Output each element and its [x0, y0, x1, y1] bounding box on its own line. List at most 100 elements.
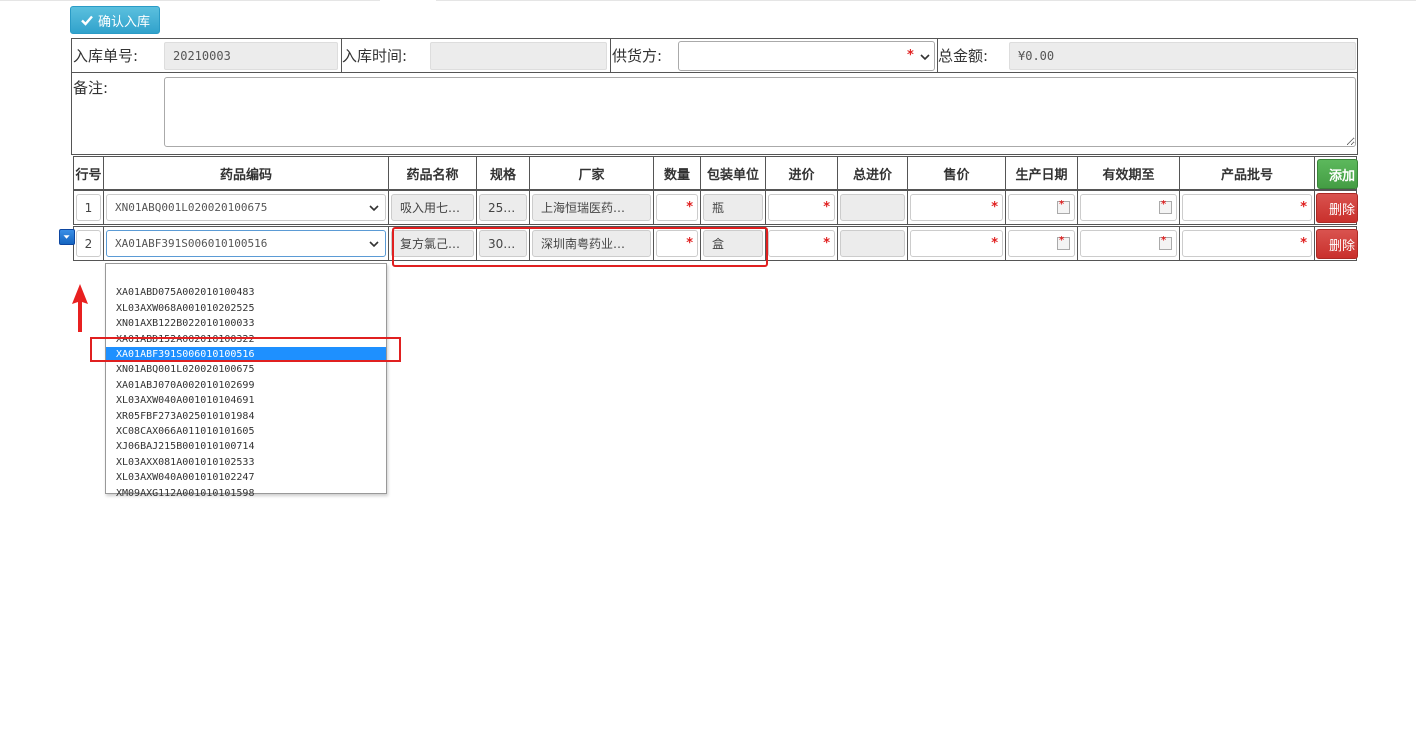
calendar-icon[interactable]: *: [1057, 199, 1070, 214]
name-field: 吸入用七…: [391, 194, 474, 221]
qty-input[interactable]: *: [656, 194, 698, 221]
confirm-stock-in-label: 确认入库: [97, 14, 150, 30]
required-mark: *: [686, 200, 693, 215]
code-value: XA01ABF391S006010100516: [115, 237, 268, 250]
col-header-row-no: 行号: [73, 156, 104, 190]
table-cell-expiry: *: [1077, 226, 1180, 261]
batch-input[interactable]: *: [1182, 194, 1312, 221]
col-header-code: 药品编码: [103, 156, 389, 190]
produce-date-input[interactable]: *: [1008, 230, 1075, 257]
total-buy-field: [840, 194, 905, 221]
table-cell-buy-price: *: [765, 226, 838, 261]
produce-date-input[interactable]: *: [1008, 194, 1075, 221]
stock-in-time-field: [430, 42, 607, 70]
table-cell-sell-price: *: [907, 190, 1006, 225]
table-cell-name: 吸入用七…: [388, 190, 477, 225]
form-col-divider: [610, 39, 611, 72]
table-cell-expiry: *: [1077, 190, 1180, 225]
dropdown-option[interactable]: XC08CAX066A011010101605: [106, 424, 386, 439]
add-row-button[interactable]: 添加: [1317, 159, 1358, 189]
required-mark: *: [823, 236, 830, 251]
sell-price-input[interactable]: *: [910, 194, 1003, 221]
table-cell-unit: 瓶: [700, 190, 766, 225]
expiry-date-input[interactable]: *: [1080, 230, 1177, 257]
table-cell-spec: 25…: [476, 190, 530, 225]
col-header-batch: 产品批号: [1179, 156, 1315, 190]
col-header-actions: 添加: [1314, 156, 1358, 190]
maker-field: 上海恒瑞医药…: [532, 194, 651, 221]
stock-in-time-label: 入库时间:: [342, 47, 408, 65]
table-cell-qty: *: [653, 190, 701, 225]
required-mark: *: [823, 200, 830, 215]
total-amount-label: 总金额:: [938, 47, 989, 65]
col-header-sell-price: 售价: [907, 156, 1006, 190]
highlight-box-autofill: [392, 227, 768, 267]
top-divider-gap: [380, 0, 436, 2]
required-mark: *: [1161, 199, 1167, 210]
table-cell-batch: *: [1179, 190, 1315, 225]
dropdown-option[interactable]: XN01AXB122B022010100033: [106, 316, 386, 331]
dropdown-option[interactable]: XA01ABJ070A002010102699: [106, 378, 386, 393]
supplier-label: 供货方:: [612, 47, 663, 65]
batch-input[interactable]: *: [1182, 230, 1312, 257]
sell-price-input[interactable]: *: [910, 230, 1003, 257]
col-header-produce-date: 生产日期: [1005, 156, 1078, 190]
col-header-total-buy: 总进价: [837, 156, 908, 190]
required-mark: *: [1300, 200, 1307, 215]
table-cell-batch: *: [1179, 226, 1315, 261]
delete-row-button[interactable]: 删除: [1316, 229, 1358, 259]
dropdown-option[interactable]: [106, 270, 386, 285]
table-cell-total-buy: [837, 226, 908, 261]
unit-field: 瓶: [703, 194, 763, 221]
required-mark: *: [1300, 236, 1307, 251]
table-cell-actions: 删除: [1314, 190, 1358, 225]
dropdown-option[interactable]: XJ06BAJ215B001010100714: [106, 439, 386, 454]
table-cell-code: XA01ABF391S006010100516: [103, 226, 389, 261]
code-select[interactable]: XA01ABF391S006010100516: [106, 230, 386, 257]
chevron-down-icon: [920, 54, 930, 61]
calendar-icon[interactable]: *: [1159, 199, 1172, 214]
buy-price-input[interactable]: *: [768, 230, 835, 257]
col-header-maker: 厂家: [529, 156, 654, 190]
calendar-icon[interactable]: *: [1057, 235, 1070, 250]
table-cell-maker: 上海恒瑞医药…: [529, 190, 654, 225]
required-mark: *: [907, 48, 914, 63]
buy-price-input[interactable]: *: [768, 194, 835, 221]
dropdown-option[interactable]: XL03AXX081A001010102533: [106, 455, 386, 470]
chevron-down-icon: [369, 241, 379, 248]
code-dropdown-list[interactable]: XA01ABD075A002010100483 XL03AXW068A001010…: [105, 263, 387, 499]
arrow-up-icon: [72, 284, 88, 332]
dropdown-option[interactable]: XR05FBF273A025010101984: [106, 409, 386, 424]
table-cell-code: XN01ABQ001L020020100675: [103, 190, 389, 225]
required-mark: *: [991, 236, 998, 251]
col-header-buy-price: 进价: [765, 156, 838, 190]
row-no-value: 1: [76, 194, 101, 221]
col-header-name: 药品名称: [388, 156, 477, 190]
confirm-stock-in-button[interactable]: 确认入库: [70, 6, 160, 34]
supplier-select[interactable]: *: [678, 41, 935, 71]
dropdown-option[interactable]: XN01ABQ001L020020100675: [106, 362, 386, 377]
dropdown-option[interactable]: XM09AXG112A001010101598: [106, 486, 386, 501]
table-cell-total-buy: [837, 190, 908, 225]
row-expand-toggle[interactable]: [59, 229, 75, 245]
dropdown-option[interactable]: XL03AXW040A001010104691: [106, 393, 386, 408]
chevron-down-icon: [369, 205, 379, 212]
dropdown-option[interactable]: XA01ABD075A002010100483: [106, 285, 386, 300]
dropdown-option[interactable]: XL03AXW040A001010102247: [106, 470, 386, 485]
required-mark: *: [1161, 235, 1167, 246]
remark-textarea[interactable]: [164, 77, 1356, 147]
total-buy-field: [840, 230, 905, 257]
code-select[interactable]: XN01ABQ001L020020100675: [106, 194, 386, 221]
required-mark: *: [1059, 235, 1065, 246]
code-value: XN01ABQ001L020020100675: [115, 201, 268, 214]
order-no-field: 20210003: [164, 42, 338, 70]
delete-row-button[interactable]: 删除: [1316, 193, 1358, 223]
form-row-divider: [72, 72, 1357, 73]
table-cell-produce-date: *: [1005, 190, 1078, 225]
dropdown-option[interactable]: XL03AXW068A001010202525: [106, 301, 386, 316]
required-mark: *: [1059, 199, 1065, 210]
col-header-expiry: 有效期至: [1077, 156, 1180, 190]
row-no-value: 2: [76, 230, 101, 257]
calendar-icon[interactable]: *: [1159, 235, 1172, 250]
expiry-date-input[interactable]: *: [1080, 194, 1177, 221]
